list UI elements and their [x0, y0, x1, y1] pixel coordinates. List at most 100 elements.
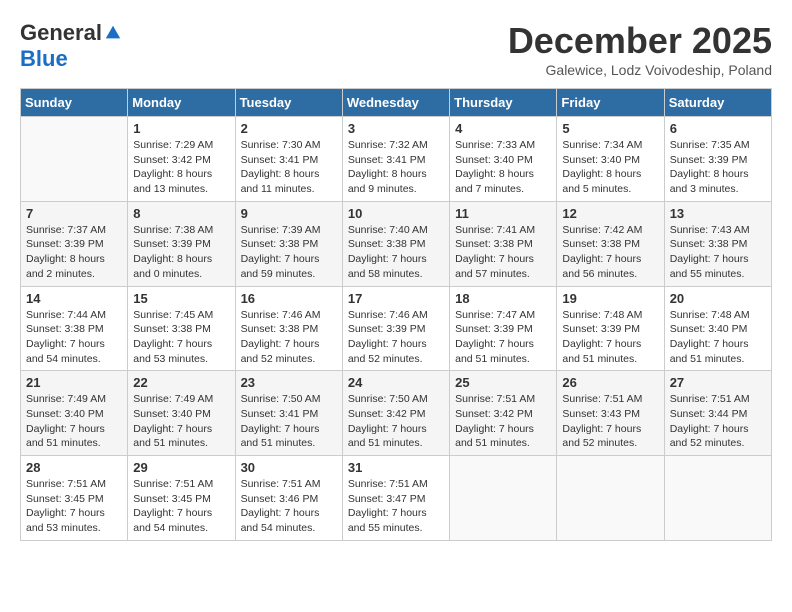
day-info: Sunrise: 7:47 AMSunset: 3:39 PMDaylight:… [455, 308, 551, 367]
calendar-header-friday: Friday [557, 89, 664, 117]
calendar-table: SundayMondayTuesdayWednesdayThursdayFrid… [20, 88, 772, 541]
day-info: Sunrise: 7:51 AMSunset: 3:44 PMDaylight:… [670, 392, 766, 451]
calendar-cell: 31 Sunrise: 7:51 AMSunset: 3:47 PMDayligh… [342, 456, 449, 541]
calendar-cell: 12Sunrise: 7:42 AMSunset: 3:38 PMDayligh… [557, 201, 664, 286]
calendar-cell: 7 Sunrise: 7:37 AMSunset: 3:39 PMDaylight… [21, 201, 128, 286]
day-number: 7 [26, 206, 122, 221]
calendar-cell: 9Sunrise: 7:39 AMSunset: 3:38 PMDaylight… [235, 201, 342, 286]
calendar-cell: 13 Sunrise: 7:43 AMSunset: 3:38 PMDayligh… [664, 201, 771, 286]
day-info: Sunrise: 7:51 AMSunset: 3:45 PMDaylight:… [133, 477, 229, 536]
day-info: Sunrise: 7:50 AMSunset: 3:42 PMDaylight:… [348, 392, 444, 451]
day-number: 27 [670, 375, 766, 390]
day-info: Sunrise: 7:44 AMSunset: 3:38 PMDaylight:… [26, 308, 122, 367]
calendar-cell: 25 Sunrise: 7:51 AMSunset: 3:42 PMDayligh… [450, 371, 557, 456]
day-info: Sunrise: 7:33 AMSunset: 3:40 PMDaylight:… [455, 138, 551, 197]
calendar-header-wednesday: Wednesday [342, 89, 449, 117]
day-number: 23 [241, 375, 337, 390]
calendar-cell: 23 Sunrise: 7:50 AMSunset: 3:41 PMDayligh… [235, 371, 342, 456]
day-number: 30 [241, 460, 337, 475]
day-number: 2 [241, 121, 337, 136]
day-info: Sunrise: 7:51 AMSunset: 3:46 PMDaylight:… [241, 477, 337, 536]
calendar-cell: 29 Sunrise: 7:51 AMSunset: 3:45 PMDayligh… [128, 456, 235, 541]
calendar-cell: 1 Sunrise: 7:29 AMSunset: 3:42 PMDaylight… [128, 117, 235, 202]
calendar-week-row: 21 Sunrise: 7:49 AMSunset: 3:40 PMDayligh… [21, 371, 772, 456]
calendar-week-row: 1 Sunrise: 7:29 AMSunset: 3:42 PMDaylight… [21, 117, 772, 202]
day-number: 11 [455, 206, 551, 221]
day-number: 6 [670, 121, 766, 136]
calendar-cell: 15 Sunrise: 7:45 AMSunset: 3:38 PMDayligh… [128, 286, 235, 371]
calendar-week-row: 7 Sunrise: 7:37 AMSunset: 3:39 PMDaylight… [21, 201, 772, 286]
calendar-header-row: SundayMondayTuesdayWednesdayThursdayFrid… [21, 89, 772, 117]
calendar-header-sunday: Sunday [21, 89, 128, 117]
day-number: 5 [562, 121, 658, 136]
day-info: Sunrise: 7:30 AMSunset: 3:41 PMDaylight:… [241, 138, 337, 197]
calendar-cell: 30 Sunrise: 7:51 AMSunset: 3:46 PMDayligh… [235, 456, 342, 541]
calendar-cell: 16Sunrise: 7:46 AMSunset: 3:38 PMDayligh… [235, 286, 342, 371]
calendar-cell: 24 Sunrise: 7:50 AMSunset: 3:42 PMDayligh… [342, 371, 449, 456]
day-number: 18 [455, 291, 551, 306]
day-info: Sunrise: 7:38 AMSunset: 3:39 PMDaylight:… [133, 223, 229, 282]
day-number: 31 [348, 460, 444, 475]
calendar-cell [21, 117, 128, 202]
calendar-cell: 20Sunrise: 7:48 AMSunset: 3:40 PMDayligh… [664, 286, 771, 371]
day-info: Sunrise: 7:43 AMSunset: 3:38 PMDaylight:… [670, 223, 766, 282]
day-info: Sunrise: 7:40 AMSunset: 3:38 PMDaylight:… [348, 223, 444, 282]
day-number: 25 [455, 375, 551, 390]
calendar-cell [557, 456, 664, 541]
day-info: Sunrise: 7:51 AMSunset: 3:42 PMDaylight:… [455, 392, 551, 451]
calendar-week-row: 14Sunrise: 7:44 AMSunset: 3:38 PMDayligh… [21, 286, 772, 371]
day-number: 17 [348, 291, 444, 306]
day-info: Sunrise: 7:35 AMSunset: 3:39 PMDaylight:… [670, 138, 766, 197]
calendar-cell: 3Sunrise: 7:32 AMSunset: 3:41 PMDaylight… [342, 117, 449, 202]
day-info: Sunrise: 7:46 AMSunset: 3:39 PMDaylight:… [348, 308, 444, 367]
calendar-cell: 10 Sunrise: 7:40 AMSunset: 3:38 PMDayligh… [342, 201, 449, 286]
logo-icon [104, 24, 122, 42]
calendar-cell: 18 Sunrise: 7:47 AMSunset: 3:39 PMDayligh… [450, 286, 557, 371]
day-number: 4 [455, 121, 551, 136]
calendar-cell: 19 Sunrise: 7:48 AMSunset: 3:39 PMDayligh… [557, 286, 664, 371]
day-info: Sunrise: 7:39 AMSunset: 3:38 PMDaylight:… [241, 223, 337, 282]
calendar-cell: 21Sunrise: 7:49 AMSunset: 3:40 PMDayligh… [21, 371, 128, 456]
day-number: 24 [348, 375, 444, 390]
day-info: Sunrise: 7:49 AMSunset: 3:40 PMDaylight:… [133, 392, 229, 451]
day-number: 10 [348, 206, 444, 221]
calendar-header-monday: Monday [128, 89, 235, 117]
day-info: Sunrise: 7:37 AMSunset: 3:39 PMDaylight:… [26, 223, 122, 282]
calendar-cell [664, 456, 771, 541]
calendar-cell [450, 456, 557, 541]
day-info: Sunrise: 7:51 AMSunset: 3:47 PMDaylight:… [348, 477, 444, 536]
day-number: 29 [133, 460, 229, 475]
calendar-cell: 28 Sunrise: 7:51 AMSunset: 3:45 PMDayligh… [21, 456, 128, 541]
day-info: Sunrise: 7:34 AMSunset: 3:40 PMDaylight:… [562, 138, 658, 197]
day-number: 3 [348, 121, 444, 136]
day-number: 21 [26, 375, 122, 390]
day-info: Sunrise: 7:45 AMSunset: 3:38 PMDaylight:… [133, 308, 229, 367]
location: Galewice, Lodz Voivodeship, Poland [508, 62, 772, 78]
day-number: 15 [133, 291, 229, 306]
calendar-cell: 2 Sunrise: 7:30 AMSunset: 3:41 PMDaylight… [235, 117, 342, 202]
logo: General Blue [20, 20, 122, 72]
day-info: Sunrise: 7:51 AMSunset: 3:45 PMDaylight:… [26, 477, 122, 536]
day-number: 22 [133, 375, 229, 390]
calendar-cell: 14Sunrise: 7:44 AMSunset: 3:38 PMDayligh… [21, 286, 128, 371]
calendar-cell: 5 Sunrise: 7:34 AMSunset: 3:40 PMDaylight… [557, 117, 664, 202]
day-number: 1 [133, 121, 229, 136]
day-info: Sunrise: 7:46 AMSunset: 3:38 PMDaylight:… [241, 308, 337, 367]
day-number: 13 [670, 206, 766, 221]
calendar-header-saturday: Saturday [664, 89, 771, 117]
day-info: Sunrise: 7:29 AMSunset: 3:42 PMDaylight:… [133, 138, 229, 197]
day-info: Sunrise: 7:48 AMSunset: 3:40 PMDaylight:… [670, 308, 766, 367]
calendar-cell: 4 Sunrise: 7:33 AMSunset: 3:40 PMDaylight… [450, 117, 557, 202]
day-number: 19 [562, 291, 658, 306]
calendar-cell: 8Sunrise: 7:38 AMSunset: 3:39 PMDaylight… [128, 201, 235, 286]
day-info: Sunrise: 7:50 AMSunset: 3:41 PMDaylight:… [241, 392, 337, 451]
calendar-cell: 22 Sunrise: 7:49 AMSunset: 3:40 PMDayligh… [128, 371, 235, 456]
calendar-cell: 17 Sunrise: 7:46 AMSunset: 3:39 PMDayligh… [342, 286, 449, 371]
calendar-cell: 11Sunrise: 7:41 AMSunset: 3:38 PMDayligh… [450, 201, 557, 286]
calendar-cell: 6 Sunrise: 7:35 AMSunset: 3:39 PMDaylight… [664, 117, 771, 202]
day-info: Sunrise: 7:48 AMSunset: 3:39 PMDaylight:… [562, 308, 658, 367]
day-info: Sunrise: 7:42 AMSunset: 3:38 PMDaylight:… [562, 223, 658, 282]
logo-blue-text: Blue [20, 46, 68, 72]
month-title: December 2025 [508, 20, 772, 62]
day-number: 28 [26, 460, 122, 475]
